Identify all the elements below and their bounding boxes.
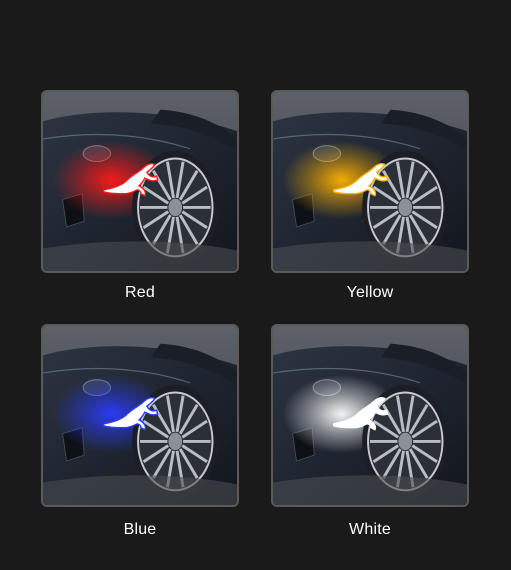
- variant-label-blue: Blue: [123, 521, 157, 538]
- variant-label-white: White: [349, 521, 391, 538]
- car-illustration: [43, 326, 237, 505]
- car-illustration: [273, 326, 467, 505]
- variant-card-blue[interactable]: [41, 324, 239, 507]
- car-illustration: [43, 92, 237, 271]
- variant-card-yellow[interactable]: [271, 90, 469, 273]
- variant-card-white[interactable]: [271, 324, 469, 507]
- variant-label-yellow: Yellow: [346, 284, 394, 301]
- product-variant-grid: Red Yellow Blue White: [0, 0, 511, 570]
- car-illustration: [273, 92, 467, 271]
- variant-label-red: Red: [125, 284, 155, 301]
- variant-card-red[interactable]: [41, 90, 239, 273]
